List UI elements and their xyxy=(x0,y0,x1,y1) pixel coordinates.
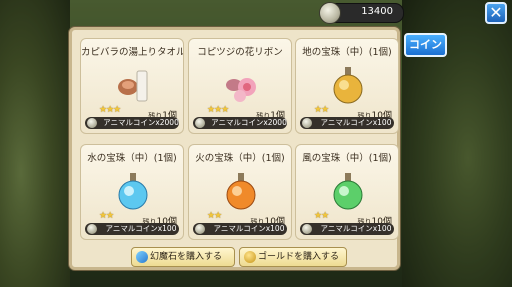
item-name: カピバラの湯上りタオル xyxy=(81,47,184,58)
close-button[interactable]: ✕ xyxy=(485,2,507,24)
buy-gold-label: ゴールドを購入する xyxy=(258,252,340,262)
rarity-stars: ★★★ xyxy=(99,105,121,115)
animal-coin-icon xyxy=(319,2,341,24)
flower-ribbon-icon xyxy=(226,78,256,102)
animal-coin-icon xyxy=(87,118,97,128)
rarity-stars: ★★★ xyxy=(207,105,229,115)
gem-icon xyxy=(136,251,148,263)
coin-balance-value: 13400 xyxy=(361,6,393,17)
shop-item-card[interactable]: 風の宝珠（中）(1個) ★★ 残り10個 アニマルコインx100 xyxy=(295,144,399,240)
price-tag: アニマルコインx100 xyxy=(85,223,179,235)
price-tag: アニマルコインx100 xyxy=(300,117,394,129)
coin-balance: 13400 xyxy=(319,2,404,24)
wind-orb-icon xyxy=(333,173,363,210)
shop-item-card[interactable]: 火の宝珠（中）(1個) ★★ 残り10個 アニマルコインx100 xyxy=(188,144,292,240)
buy-gems-label: 幻魔石を購入する xyxy=(150,252,223,262)
shop-item-card[interactable]: 地の宝珠（中）(1個) ★★ 残り10個 アニマルコインx100 xyxy=(295,38,399,134)
shop-item-card[interactable]: 水の宝珠（中）(1個) ★★ 残り10個 アニマルコインx100 xyxy=(80,144,184,240)
price-tag: アニマルコインx2000 xyxy=(193,117,287,129)
price-tag: アニマルコインx100 xyxy=(193,223,287,235)
rarity-stars: ★★ xyxy=(314,211,329,221)
towel-icon xyxy=(118,70,148,102)
buy-gems-button[interactable]: 幻魔石を購入する xyxy=(131,247,235,267)
shop-item-card[interactable]: カピバラの湯上りタオル ★★★ 残り1個 アニマルコインx2000 xyxy=(80,38,184,134)
gold-coin-icon xyxy=(244,251,256,263)
rarity-stars: ★★ xyxy=(314,105,329,115)
item-name: 火の宝珠（中）(1個) xyxy=(195,153,285,164)
fire-orb-icon xyxy=(226,173,256,210)
item-name: コピツジの花リボン xyxy=(197,47,283,58)
animal-coin-icon xyxy=(87,224,97,234)
animal-coin-icon xyxy=(195,118,205,128)
animal-coin-icon xyxy=(195,224,205,234)
rarity-stars: ★★ xyxy=(99,211,114,221)
earth-orb-icon xyxy=(333,67,363,104)
price-tag: アニマルコインx2000 xyxy=(85,117,179,129)
animal-coin-icon xyxy=(302,118,312,128)
buy-gold-button[interactable]: ゴールドを購入する xyxy=(239,247,347,267)
tab-coin[interactable]: コイン xyxy=(404,33,447,57)
shop-item-card[interactable]: コピツジの花リボン ★★★ 残り1個 アニマルコインx2000 xyxy=(188,38,292,134)
rarity-stars: ★★ xyxy=(207,211,222,221)
animal-coin-icon xyxy=(302,224,312,234)
item-name: 風の宝珠（中）(1個) xyxy=(302,153,392,164)
item-name: 水の宝珠（中）(1個) xyxy=(87,153,177,164)
price-tag: アニマルコインx100 xyxy=(300,223,394,235)
item-name: 地の宝珠（中）(1個) xyxy=(302,47,392,58)
shop-panel: カピバラの湯上りタオル ★★★ 残り1個 アニマルコインx2000 コピツジの花… xyxy=(69,27,400,270)
water-orb-icon xyxy=(118,173,148,210)
